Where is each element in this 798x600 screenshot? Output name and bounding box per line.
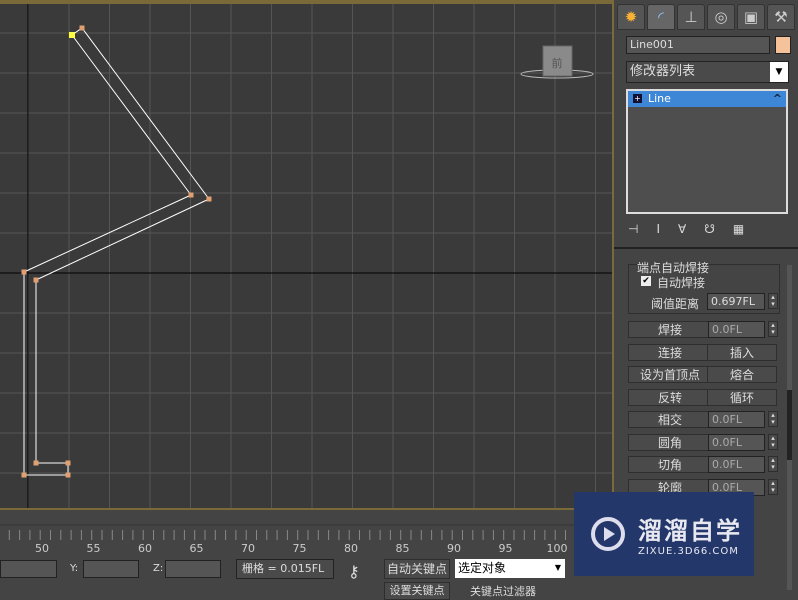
vertex[interactable] (188, 192, 194, 198)
row-button[interactable]: 连接 (628, 343, 712, 361)
object-color-swatch[interactable] (775, 36, 791, 54)
auto-weld-checkbox[interactable]: ✔ (641, 276, 651, 286)
row-button[interactable]: 相交 (628, 411, 712, 428)
panel-scrollbar[interactable] (787, 265, 792, 590)
tick-label: 85 (396, 542, 410, 555)
watermark-url: ZIXUE.3D66.COM (638, 546, 739, 557)
auto-key-button[interactable]: 自动关键点 (384, 559, 450, 579)
expand-icon[interactable]: + (633, 94, 642, 103)
y-label: Y: (70, 563, 79, 574)
row-value-input[interactable]: 0.0FL (708, 456, 765, 473)
tick-label: 65 (190, 542, 204, 555)
row-button-2[interactable]: 插入 (707, 343, 777, 361)
row-spinner[interactable]: ▴ ▾ (768, 456, 778, 472)
row-button-2[interactable]: 循环 (707, 388, 777, 406)
pin-stack-icon[interactable]: ⊣ (628, 222, 638, 240)
status-bar: Y: Z: 栅格 = 0.015FL ⚷ 自动关键点 选定对象 ▼ 设置关键点 … (0, 557, 614, 600)
y-coordinate-input[interactable] (83, 560, 139, 578)
watermark-logo: 溜溜自学 ZIXUE.3D66.COM (574, 492, 754, 576)
vertex[interactable] (206, 196, 212, 202)
watermark-brand: 溜溜自学 (638, 517, 742, 545)
z-label: Z: (153, 563, 164, 574)
tab-motion[interactable]: ◎ (707, 4, 735, 30)
show-end-result-icon[interactable]: Ⅰ (656, 222, 660, 240)
tick-label: 55 (87, 542, 101, 555)
spline-outline (23, 27, 210, 476)
tab-modify[interactable]: ◜ (647, 4, 675, 30)
first-vertex[interactable] (69, 32, 75, 38)
threshold-spinner[interactable]: ▴ ▾ (768, 293, 778, 309)
row-button-2[interactable]: 熔合 (707, 366, 777, 383)
chevron-down-icon: ▼ (770, 62, 788, 82)
tick-label: 95 (499, 542, 513, 555)
row-button[interactable]: 焊接 (628, 321, 712, 338)
row-button[interactable]: 设为首顶点 (628, 366, 712, 383)
motion-icon: ◎ (714, 8, 728, 26)
remove-modifier-icon[interactable]: ☋ (704, 222, 715, 240)
configure-modifier-sets-icon[interactable]: ▦ (733, 222, 744, 240)
tab-display[interactable]: ▣ (737, 4, 765, 30)
viewport-front[interactable]: 前 (0, 0, 614, 510)
tick-label: 70 (241, 542, 255, 555)
time-ruler[interactable]: 50 55 60 65 70 75 80 85 90 95 100 (0, 510, 614, 557)
auto-weld-label: 自动焊接 (657, 276, 706, 290)
threshold-input[interactable]: 0.697FL (707, 293, 765, 310)
row-spinner[interactable]: ▴ ▾ (768, 433, 778, 450)
row-button[interactable]: 切角 (628, 456, 712, 473)
row-value-input[interactable]: 0.0FL (708, 433, 765, 451)
row-value-input[interactable]: 0.0FL (708, 321, 765, 338)
row-button[interactable]: 圆角 (628, 433, 712, 451)
create-icon: ✹ (624, 8, 638, 26)
tick-label: 60 (138, 542, 152, 555)
vertex[interactable] (79, 25, 85, 31)
key-icon[interactable]: ⚷ (348, 562, 360, 581)
tab-hierarchy[interactable]: ⊥ (677, 4, 705, 30)
vertex[interactable] (33, 460, 39, 466)
chevron-down-icon: ▼ (554, 563, 561, 572)
hierarchy-icon: ⊥ (684, 8, 698, 26)
chevron-up-icon: ^ (772, 92, 782, 105)
tick-label: 90 (447, 542, 461, 555)
key-filters-button[interactable]: 关键点过滤器 (470, 583, 536, 599)
modify-icon: ◜ (658, 8, 664, 26)
z-coordinate-input[interactable] (165, 560, 221, 578)
row-value-input[interactable]: 0.0FL (708, 411, 765, 428)
row-spinner[interactable]: ▴ ▾ (768, 411, 778, 427)
svg-text:前: 前 (552, 56, 563, 70)
tab-utilities[interactable]: ⚒ (767, 4, 795, 30)
stack-item-label: Line (648, 92, 671, 105)
object-name-input[interactable]: Line001 (626, 36, 770, 54)
vertex[interactable] (65, 460, 71, 466)
vertex[interactable] (21, 472, 27, 478)
selection-label: 选定对象 (458, 561, 507, 575)
play-logo-icon (591, 517, 625, 551)
tick-label: 80 (344, 542, 358, 555)
set-key-button[interactable]: 设置关键点 (384, 582, 450, 600)
row-button[interactable]: 反转 (628, 388, 712, 406)
viewport-canvas[interactable]: 前 (0, 4, 612, 508)
stack-toolbar: ⊣ Ⅰ ∀ ☋ ▦ (628, 222, 788, 240)
tick-label: 75 (293, 542, 307, 555)
vertex[interactable] (33, 277, 39, 283)
vertex[interactable] (21, 269, 27, 275)
tab-create[interactable]: ✹ (617, 4, 645, 30)
row-spinner[interactable]: ▴ ▾ (768, 321, 778, 337)
row-spinner[interactable]: ▴ ▾ (768, 478, 778, 495)
make-unique-icon[interactable]: ∀ (678, 222, 686, 240)
x-coordinate-input[interactable] (0, 560, 57, 578)
modifier-list-dropdown[interactable]: 修改器列表 ▼ (626, 61, 789, 83)
utilities-icon: ⚒ (774, 8, 788, 26)
endpoint-weld-group: 端点自动焊接 ✔ 自动焊接 阈值距离 0.697FL ▴ ▾ (628, 259, 780, 314)
selection-set-dropdown[interactable]: 选定对象 ▼ (455, 559, 565, 578)
threshold-label: 阈值距离 (651, 297, 700, 311)
display-icon: ▣ (743, 8, 759, 26)
grid-size-readout: 栅格 = 0.015FL (236, 559, 334, 579)
modifier-list-label: 修改器列表 (630, 64, 696, 79)
tick-label: 50 (35, 542, 49, 555)
stack-item-line[interactable]: + Line ^ (628, 91, 786, 107)
tick-label: 100 (547, 542, 568, 555)
modifier-stack[interactable]: + Line ^ (626, 89, 788, 214)
vertex[interactable] (65, 472, 71, 478)
